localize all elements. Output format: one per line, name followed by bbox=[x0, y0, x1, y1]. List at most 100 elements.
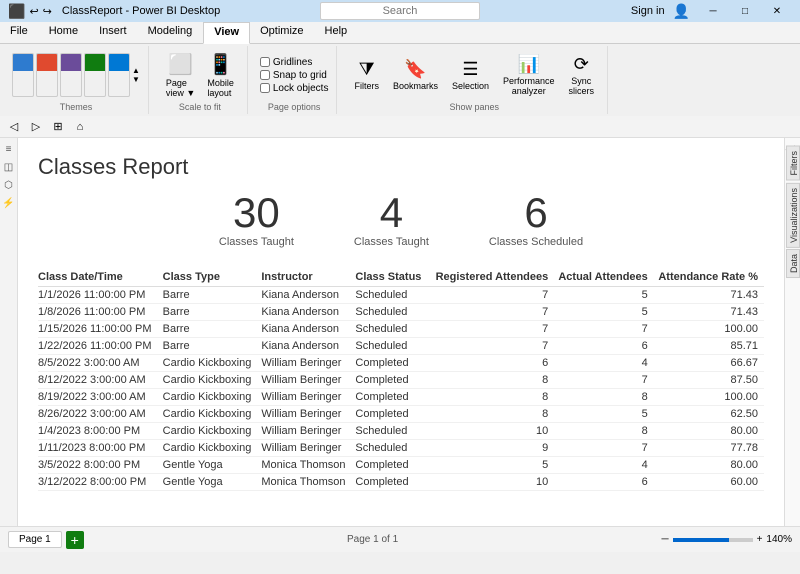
table-body: 1/1/2026 11:00:00 PMBarreKiana AndersonS… bbox=[38, 287, 764, 491]
themes-collapse-icon[interactable]: ▼ bbox=[132, 75, 140, 84]
gridlines-label: Gridlines bbox=[273, 57, 312, 68]
table-cell-3-6: 85.71 bbox=[654, 338, 764, 355]
tab-insert[interactable]: Insert bbox=[89, 22, 138, 43]
table-cell-1-6: 71.43 bbox=[654, 304, 764, 321]
filters-button[interactable]: ⧩ Filters bbox=[349, 56, 384, 94]
toolbar-home-icon[interactable]: ⌂ bbox=[70, 118, 90, 136]
table-cell-2-4: 7 bbox=[431, 321, 555, 338]
bookmarks-button[interactable]: 🔖 Bookmarks bbox=[388, 56, 443, 94]
toolbar-grid-icon[interactable]: ⊞ bbox=[48, 118, 68, 136]
stat-label-30: Classes Taught bbox=[219, 236, 294, 248]
panel-collapse-icon[interactable]: ◁◁ bbox=[786, 142, 800, 144]
toolbar-back-icon[interactable]: ◁ bbox=[4, 118, 24, 136]
table-cell-2-2: Kiana Anderson bbox=[261, 321, 355, 338]
sidebar-model-icon[interactable]: ⬡ bbox=[2, 178, 16, 192]
lock-objects-checkbox[interactable] bbox=[260, 83, 270, 93]
theme-swatch-2[interactable] bbox=[36, 53, 58, 97]
table-header-row: Class Date/Time Class Type Instructor Cl… bbox=[38, 268, 764, 287]
table-cell-5-2: William Beringer bbox=[261, 372, 355, 389]
minimize-button[interactable]: ─ bbox=[698, 0, 728, 22]
table-row: 1/15/2026 11:00:00 PMBarreKiana Anderson… bbox=[38, 321, 764, 338]
title-bar: ⬛ ↩ ↪ ClassReport - Power BI Desktop Sig… bbox=[0, 0, 800, 22]
table-cell-10-0: 3/5/2022 8:00:00 PM bbox=[38, 457, 163, 474]
sidebar-report-icon[interactable]: ≡ bbox=[2, 142, 16, 156]
table-cell-8-2: William Beringer bbox=[261, 423, 355, 440]
sidebar-dax-icon[interactable]: ⚡ bbox=[2, 196, 16, 210]
tab-modeling[interactable]: Modeling bbox=[138, 22, 204, 43]
th-class-type: Class Type bbox=[163, 268, 262, 287]
selection-label: Selection bbox=[452, 81, 489, 91]
snap-to-grid-label: Snap to grid bbox=[273, 70, 327, 81]
snap-to-grid-checkbox[interactable] bbox=[260, 70, 270, 80]
bottom-bar: Page 1 + Page 1 of 1 ─ + 140% bbox=[0, 526, 800, 552]
table-cell-4-5: 4 bbox=[554, 355, 654, 372]
theme-swatch-3[interactable] bbox=[60, 53, 82, 97]
performance-button[interactable]: 📊 Performanceanalyzer bbox=[498, 51, 560, 99]
table-row: 3/5/2022 8:00:00 PMGentle YogaMonica Tho… bbox=[38, 457, 764, 474]
filters-panel-tab[interactable]: Filters bbox=[786, 146, 800, 181]
zoom-out-button[interactable]: ─ bbox=[661, 534, 668, 545]
sync-slicers-label: Syncslicers bbox=[569, 76, 595, 96]
zoom-slider[interactable] bbox=[673, 538, 753, 542]
theme-swatches-container: ▲ ▼ bbox=[12, 48, 140, 102]
table-cell-4-3: Completed bbox=[355, 355, 430, 372]
signin-button[interactable]: Sign in bbox=[631, 5, 665, 17]
close-button[interactable]: ✕ bbox=[762, 0, 792, 22]
data-panel-tab[interactable]: Data bbox=[786, 249, 800, 278]
table-cell-5-0: 8/12/2022 3:00:00 AM bbox=[38, 372, 163, 389]
report-canvas: Classes Report 30 Classes Taught 4 Class… bbox=[18, 138, 784, 526]
theme-swatch-1[interactable] bbox=[12, 53, 34, 97]
table-cell-7-3: Completed bbox=[355, 406, 430, 423]
table-cell-1-2: Kiana Anderson bbox=[261, 304, 355, 321]
redo-icon[interactable]: ↪ bbox=[43, 5, 52, 18]
tab-help[interactable]: Help bbox=[315, 22, 359, 43]
maximize-button[interactable]: □ bbox=[730, 0, 760, 22]
visualizations-panel-tab[interactable]: Visualizations bbox=[786, 183, 800, 248]
table-cell-7-4: 8 bbox=[431, 406, 555, 423]
add-page-button[interactable]: + bbox=[66, 531, 84, 549]
app-title: ClassReport - Power BI Desktop bbox=[62, 5, 220, 17]
table-cell-2-6: 100.00 bbox=[654, 321, 764, 338]
toolbar-forward-icon[interactable]: ▷ bbox=[26, 118, 46, 136]
table-row: 1/22/2026 11:00:00 PMBarreKiana Anderson… bbox=[38, 338, 764, 355]
table-cell-4-4: 6 bbox=[431, 355, 555, 372]
table-cell-3-3: Scheduled bbox=[355, 338, 430, 355]
tab-optimize[interactable]: Optimize bbox=[250, 22, 314, 43]
gridlines-checkbox[interactable] bbox=[260, 57, 270, 67]
tab-view[interactable]: View bbox=[203, 22, 250, 44]
app-logo-icon: ⬛ bbox=[8, 3, 25, 20]
selection-button[interactable]: ☰ Selection bbox=[447, 56, 494, 94]
table-cell-9-1: Cardio Kickboxing bbox=[163, 440, 262, 457]
tab-home[interactable]: Home bbox=[39, 22, 89, 43]
sync-slicers-button[interactable]: ⟳ Syncslicers bbox=[564, 51, 600, 99]
table-cell-11-5: 6 bbox=[554, 474, 654, 491]
themes-expand-icon[interactable]: ▲ bbox=[132, 66, 140, 75]
sidebar-data-icon[interactable]: ◫ bbox=[2, 160, 16, 174]
table-cell-6-6: 100.00 bbox=[654, 389, 764, 406]
zoom-in-button[interactable]: + bbox=[757, 534, 763, 545]
table-cell-1-4: 7 bbox=[431, 304, 555, 321]
tab-file[interactable]: File bbox=[0, 22, 39, 43]
table-row: 3/12/2022 8:00:00 PMGentle YogaMonica Th… bbox=[38, 474, 764, 491]
table-cell-0-5: 5 bbox=[554, 287, 654, 304]
theme-swatch-5[interactable] bbox=[108, 53, 130, 97]
undo-icon[interactable]: ↩ bbox=[29, 5, 38, 18]
table-cell-8-1: Cardio Kickboxing bbox=[163, 423, 262, 440]
scale-label: Scale to fit bbox=[179, 102, 221, 112]
page-view-button[interactable]: ⬜ Pageview ▼ bbox=[161, 49, 200, 101]
ribbon-tabs: File Home Insert Modeling View Optimize … bbox=[0, 22, 800, 44]
table-cell-8-3: Scheduled bbox=[355, 423, 430, 440]
search-input[interactable] bbox=[320, 2, 480, 20]
table-cell-5-4: 8 bbox=[431, 372, 555, 389]
th-actual: Actual Attendees bbox=[554, 268, 654, 287]
mobile-layout-button[interactable]: 📱 Mobilelayout bbox=[202, 49, 239, 101]
table-cell-9-4: 9 bbox=[431, 440, 555, 457]
table-cell-2-1: Barre bbox=[163, 321, 262, 338]
table-cell-0-2: Kiana Anderson bbox=[261, 287, 355, 304]
gridlines-row: Gridlines bbox=[260, 57, 329, 68]
page-1-tab[interactable]: Page 1 bbox=[8, 531, 62, 548]
theme-swatch-4[interactable] bbox=[84, 53, 106, 97]
th-rate: Attendance Rate % bbox=[654, 268, 764, 287]
page-options-label: Page options bbox=[268, 102, 321, 112]
selection-icon: ☰ bbox=[462, 59, 478, 80]
